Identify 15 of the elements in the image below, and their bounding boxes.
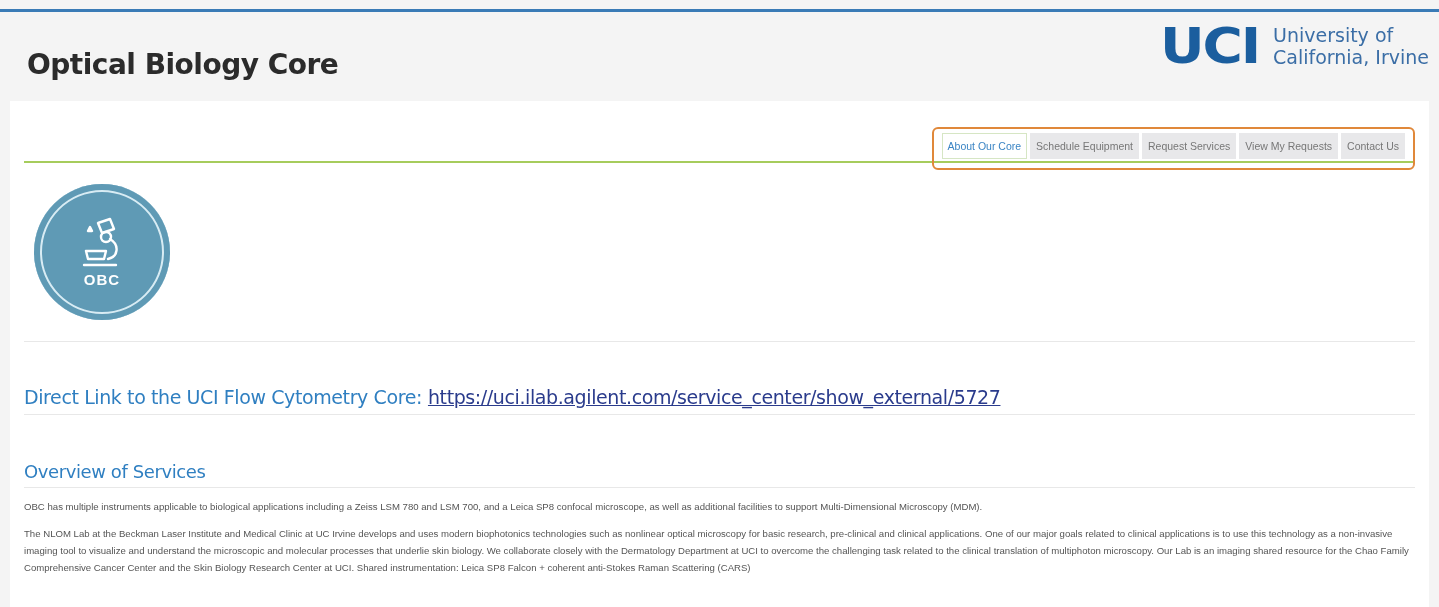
nav-tab[interactable]: Schedule Equipment: [1030, 133, 1139, 159]
nav-tab[interactable]: View My Requests: [1239, 133, 1339, 159]
link-label: Direct Link to the UCI Flow Cytometry Core:: [24, 386, 422, 408]
site-title: Optical Biology Core: [27, 48, 339, 81]
nav-tab[interactable]: Contact Us: [1341, 133, 1405, 159]
logo-text: University of: [1273, 24, 1395, 46]
body-paragraph: OBC has multiple instruments applicable to biological applications including a Zeiss LSM 780 and LSM 700, and a Leica SP8 confocal microscope, as well as additional facilities to support Multi-Dimensional Microscopy (MDM).: [24, 500, 984, 514]
section-heading: Overview of Services: [24, 461, 1415, 488]
logo-text: California, Irvine: [1273, 46, 1429, 68]
nav-tab[interactable]: Request Services: [1142, 133, 1237, 159]
external-link[interactable]: https://uci.ilab.agilent.com/service_center/show_external/5727: [427, 386, 1001, 408]
body-paragraph: The NLOM Lab at the Beckman Laser Institute and Medical Clinic at UC Irvine develops and uses modern biophotonics technologies such as nonlinear optical microscopy for basic research, pre-clinical and clinical applications. One of our major goals related to clinical applications is to use this technology as a non-invasive imaging tool to visualize and understand the microscopic and molecular processes that underlie skin biology. We collaborate closely with the Dermatology Department at UCI to overcome the challenging task related to the clinical translation of multiphoton microscopy. Our Lab is an imaging shared resource for the Chao Family Comprehensive Cancer Center and the Skin Biology Research Center at UCI. Shared instrumentation: Leica SP8 Falcon + coherent anti-Stokes Raman Scattering (CARS): [24, 527, 1410, 575]
nav-tab[interactable]: About Our Core: [941, 133, 1028, 159]
logo-mark: UCI: [1160, 21, 1259, 71]
badge-label: OBC: [83, 270, 121, 288]
